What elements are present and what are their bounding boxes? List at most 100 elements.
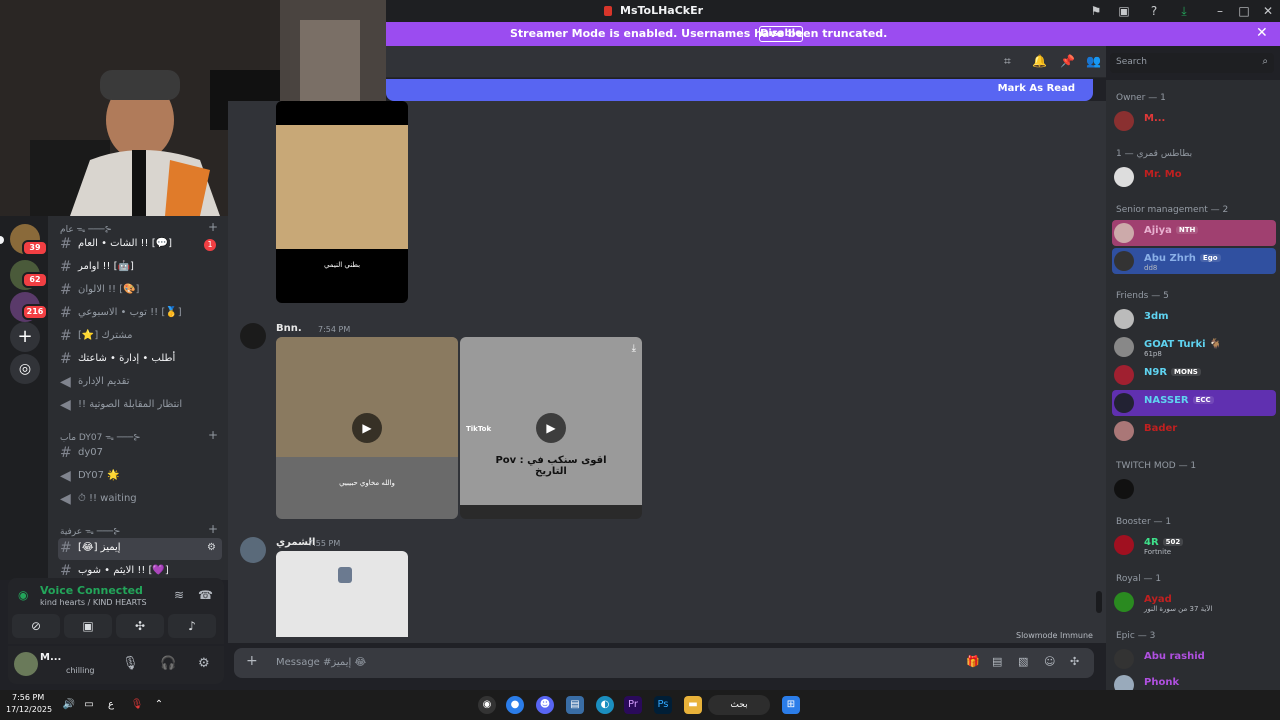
screen-icon[interactable]: ▣ <box>1116 3 1132 19</box>
obs-icon[interactable]: ◉ <box>478 696 496 714</box>
add-channel-icon[interactable]: + <box>208 428 218 442</box>
noise-suppression-icon[interactable]: ≋ <box>174 588 184 602</box>
download-icon[interactable]: ⤓ <box>1176 3 1192 19</box>
member-item[interactable]: Abu Zhrh Ego dd8 <box>1112 248 1276 274</box>
member-item[interactable] <box>1112 476 1276 502</box>
member-item[interactable]: Mr. Mo <box>1112 164 1276 190</box>
network-icon[interactable]: ▭ <box>80 696 98 714</box>
avatar[interactable] <box>240 323 266 349</box>
member-item[interactable]: Ayad الآية 37 من سورة النور <box>1112 589 1276 615</box>
taskbar-date[interactable]: 17/12/2025 <box>6 705 52 714</box>
channel-item-active[interactable]: # [😂] إيميز ⚙ <box>58 538 222 560</box>
close-window-icon[interactable]: ✕ <box>1260 3 1276 19</box>
soundboard-button[interactable]: ♪ <box>168 614 216 638</box>
tray-expand-icon[interactable]: ⌃ <box>150 696 168 714</box>
speaker-icon: ◀ <box>60 491 71 507</box>
channel-item[interactable]: ◀ تقديم الإدارة <box>58 372 222 394</box>
disconnect-icon[interactable]: ☎ <box>198 588 213 602</box>
channel-item[interactable]: # الالوان !! [🎨] <box>58 280 222 302</box>
taskbar-time[interactable]: 7:56 PM <box>12 693 44 702</box>
apps-icon[interactable]: ✣ <box>1070 655 1079 668</box>
channel-item[interactable]: ◀ DY07 🌟 <box>58 466 222 488</box>
video-attachment[interactable]: بطني النيمي <box>276 101 408 303</box>
volume-icon[interactable]: 🔊 <box>60 696 78 714</box>
member-item[interactable]: M... <box>1112 108 1276 134</box>
channel-item[interactable]: # توب • الاسبوعي !! [🥇] <box>58 303 222 325</box>
channel-item[interactable]: # dy07 <box>58 443 222 465</box>
avatar <box>1114 251 1134 271</box>
channel-item[interactable]: # اوامر !! [🤖] <box>58 257 222 279</box>
start-icon[interactable]: ⊞ <box>782 696 800 714</box>
gif-icon[interactable]: ▤ <box>992 655 1002 668</box>
video-attachment[interactable]: TikTok ▶ Pov : اقوى سنكب في التاريخ ⤓ <box>460 337 642 519</box>
member-item[interactable]: Ajiya NTH <box>1112 220 1276 246</box>
member-item[interactable]: Phonk <box>1112 672 1276 690</box>
channel-item[interactable]: ◀ ⏱ !! waiting <box>58 489 222 511</box>
camera-off-button[interactable]: ⊘ <box>12 614 60 638</box>
member-item[interactable]: 4R 502 Fortnite <box>1112 532 1276 558</box>
minimize-icon[interactable]: – <box>1212 3 1228 19</box>
member-item[interactable]: Abu rashid <box>1112 646 1276 672</box>
play-icon[interactable]: ▶ <box>352 413 382 443</box>
discord-icon[interactable]: ☻ <box>536 696 554 714</box>
settings-icon[interactable]: ⚙ <box>207 542 216 553</box>
download-icon[interactable]: ⤓ <box>632 343 636 354</box>
mark-as-read-button[interactable]: Mark As Read <box>998 83 1075 94</box>
voice-channel-name[interactable]: kind hearts / KIND HEARTS <box>40 598 147 607</box>
message-author[interactable]: Bnn. <box>276 323 302 334</box>
channel-item[interactable]: # الشات • العام !! [💬] 1 <box>58 234 222 256</box>
category-header[interactable]: ماب DY07 ᯓ ───⊱ <box>60 430 141 443</box>
channel-item[interactable]: ◀!! انتظار المقابلة الصوتية <box>58 395 222 417</box>
emoji-icon[interactable]: ☺ <box>1044 655 1055 668</box>
activities-button[interactable]: ✣ <box>116 614 164 638</box>
avatar[interactable] <box>14 652 38 676</box>
headphones-icon[interactable]: 🎧 <box>160 656 176 671</box>
language-indicator[interactable]: ع <box>102 696 120 714</box>
member-item[interactable]: Bader <box>1112 418 1276 444</box>
message-composer[interactable]: + Message #إيميز 😂 🎁 ▤ ▧ ☺ ✣ <box>234 648 1094 678</box>
close-banner-icon[interactable]: ✕ <box>1256 25 1268 41</box>
app-icon[interactable]: ▤ <box>566 696 584 714</box>
premiere-icon[interactable]: Pr <box>624 696 642 714</box>
help-icon[interactable]: ? <box>1146 3 1162 19</box>
threads-icon[interactable]: ⌗ <box>1004 54 1011 69</box>
category-header[interactable]: عرفية ᯓ ───⊱ <box>60 524 121 537</box>
pin-icon[interactable]: 📌 <box>1060 54 1075 68</box>
add-channel-icon[interactable]: + <box>208 220 218 234</box>
member-item[interactable]: 3dm <box>1112 306 1276 332</box>
mic-tray-icon[interactable]: 🎙 <box>128 696 146 714</box>
sticker-icon[interactable]: ▧ <box>1018 655 1028 668</box>
edge-icon[interactable]: ◐ <box>596 696 614 714</box>
maximize-icon[interactable]: □ <box>1236 3 1252 19</box>
microphone-icon[interactable]: 🎙 <box>122 656 139 671</box>
channel-item[interactable]: # [⭐] مشترك <box>58 326 222 348</box>
inbox-icon[interactable]: ⚑ <box>1088 3 1104 19</box>
add-server-icon[interactable]: + <box>10 322 40 352</box>
new-messages-bar[interactable]: Mark As Read <box>386 79 1093 101</box>
attach-icon[interactable]: + <box>246 653 258 669</box>
channel-item[interactable]: # أطلب • إدارة • شاعتك <box>58 349 222 371</box>
chrome-icon[interactable]: ● <box>506 696 524 714</box>
member-item[interactable]: GOAT Turki 🐐 61p8 <box>1112 334 1276 360</box>
gift-icon[interactable]: 🎁 <box>966 655 980 668</box>
disable-streamer-button[interactable]: Disable <box>759 26 803 42</box>
member-item[interactable]: N9R MONS <box>1112 362 1276 388</box>
file-explorer-icon[interactable]: ▬ <box>684 696 702 714</box>
photoshop-icon[interactable]: Ps <box>654 696 672 714</box>
video-attachment[interactable]: ▶ والله مخاوي حبيبيي <box>276 337 458 519</box>
search-input[interactable]: Search ⌕ <box>1110 53 1274 73</box>
notifications-icon[interactable]: 🔔 <box>1032 54 1047 68</box>
add-channel-icon[interactable]: + <box>208 522 218 536</box>
video-attachment[interactable] <box>276 551 408 637</box>
avatar[interactable] <box>240 537 266 563</box>
user-settings-icon[interactable]: ⚙ <box>198 656 210 671</box>
member-item[interactable]: NASSER ECC <box>1112 390 1276 416</box>
taskbar-search[interactable]: بحث <box>708 695 770 715</box>
discover-icon[interactable]: ◎ <box>10 354 40 384</box>
message-input[interactable]: Message #إيميز 😂 <box>276 657 366 668</box>
play-icon[interactable]: ▶ <box>536 413 566 443</box>
screen-share-button[interactable]: ▣ <box>64 614 112 638</box>
scrollbar[interactable] <box>1096 591 1102 613</box>
member-list-icon[interactable]: 👥 <box>1086 54 1101 68</box>
member-list: Owner — 1 M... بطاطس قمري — 1 Mr. Mo Sen… <box>1106 80 1280 690</box>
